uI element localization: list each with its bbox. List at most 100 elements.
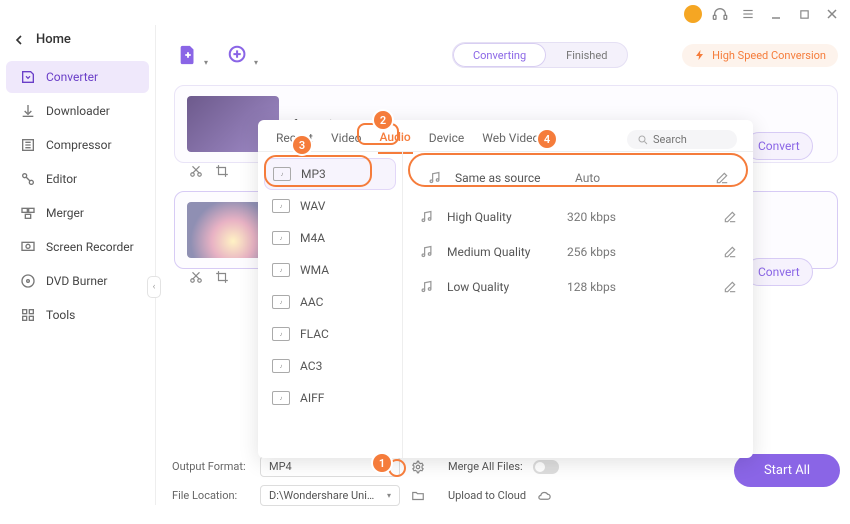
status-segmented: Converting Finished (452, 42, 628, 68)
audio-format-icon: ♪ (272, 231, 290, 245)
quality-value: 320 kbps (567, 210, 616, 224)
hsc-label: High Speed Conversion (712, 49, 826, 62)
format-item-aac[interactable]: ♪ AAC (258, 286, 402, 318)
headset-icon[interactable] (710, 4, 730, 24)
back-icon (14, 35, 24, 45)
quality-label: Medium Quality (447, 245, 567, 259)
crop-icon[interactable] (213, 268, 231, 286)
tab-converting[interactable]: Converting (453, 43, 546, 67)
sidebar-item-converter[interactable]: Converter (6, 61, 149, 93)
sidebar-item-dvd-burner[interactable]: DVD Burner (6, 265, 149, 297)
menu-icon[interactable] (738, 4, 758, 24)
nav-label: Tools (46, 308, 75, 322)
quality-item-high[interactable]: High Quality 320 kbps (403, 199, 753, 234)
format-item-wma[interactable]: ♪WMA (258, 254, 402, 286)
format-label: WAV (300, 199, 325, 213)
nav-label: Editor (46, 172, 77, 186)
tab-device[interactable]: Device (427, 127, 467, 153)
popup-body: ♪MP3 ♪WAV ♪M4A ♪WMA ♪AAC ♪FLAC ♪AC3 ♪AIF… (258, 152, 753, 458)
close-button[interactable] (822, 4, 842, 24)
quality-label: High Quality (447, 210, 567, 224)
file-location-select[interactable]: D:\Wondershare UniConverter 1 ▾ (260, 485, 400, 506)
convert-button[interactable]: Convert (745, 132, 813, 160)
search-input[interactable] (653, 133, 733, 146)
format-label: AAC (300, 295, 323, 309)
cut-icon[interactable] (187, 162, 205, 180)
convert-button[interactable]: Convert (745, 258, 813, 286)
chevron-down-icon: ▾ (204, 58, 208, 67)
format-item-flac[interactable]: ♪FLAC (258, 318, 402, 350)
tab-video[interactable]: Video (329, 127, 364, 153)
start-all-button[interactable]: Start All (734, 454, 840, 487)
quality-item-low[interactable]: Low Quality 128 kbps (403, 269, 753, 304)
format-list[interactable]: ♪MP3 ♪WAV ♪M4A ♪WMA ♪AAC ♪FLAC ♪AC3 ♪AIF… (258, 152, 403, 458)
crop-icon[interactable] (213, 162, 231, 180)
format-item-mp3[interactable]: ♪MP3 (264, 158, 396, 190)
sidebar: Home Converter Downloader Compressor Edi… (0, 25, 156, 505)
quality-value: 256 kbps (567, 245, 616, 259)
bolt-icon (694, 49, 706, 61)
minimize-button[interactable] (766, 4, 786, 24)
output-format-value: MP4 (269, 460, 292, 473)
edit-preset-icon[interactable] (715, 171, 729, 185)
cloud-icon[interactable] (536, 488, 552, 503)
editor-icon (20, 171, 36, 187)
format-popup: Recent Video Audio Device Web Video ♪MP3… (258, 120, 753, 458)
format-item-ac3[interactable]: ♪AC3 (258, 350, 402, 382)
cut-icon[interactable] (187, 268, 205, 286)
file-location-value: D:\Wondershare UniConverter 1 (269, 489, 379, 502)
format-item-aiff[interactable]: ♪AIFF (258, 382, 402, 414)
add-file-button[interactable]: ▾ (174, 41, 202, 69)
merge-toggle[interactable] (533, 460, 559, 474)
nav-label: Compressor (46, 138, 112, 152)
high-speed-conversion-button[interactable]: High Speed Conversion (682, 44, 838, 67)
card-actions (187, 162, 231, 180)
sidebar-item-tools[interactable]: Tools (6, 299, 149, 331)
dvd-icon (20, 273, 36, 289)
music-icon (419, 279, 437, 294)
quality-item-same-source[interactable]: Same as source Auto (411, 160, 745, 195)
nav-label: Merger (46, 206, 84, 220)
music-icon (419, 244, 437, 259)
audio-format-icon: ♪ (272, 295, 290, 309)
tab-audio[interactable]: Audio (378, 126, 413, 154)
add-url-button[interactable]: ▾ (224, 41, 252, 69)
maximize-button[interactable] (794, 4, 814, 24)
sidebar-item-screen-recorder[interactable]: Screen Recorder (6, 231, 149, 263)
step-marker-3: 3 (293, 136, 311, 154)
format-item-wav[interactable]: ♪ WAV (258, 190, 402, 222)
nav-label: Downloader (46, 104, 110, 118)
audio-format-icon: ♪ (272, 199, 290, 213)
nav-label: Converter (46, 70, 98, 84)
sidebar-item-compressor[interactable]: Compressor (6, 129, 149, 161)
tab-web-video[interactable]: Web Video (480, 127, 541, 153)
edit-preset-icon[interactable] (723, 245, 737, 259)
sidebar-item-merger[interactable]: Merger (6, 197, 149, 229)
compressor-icon (20, 137, 36, 153)
folder-icon[interactable] (410, 489, 426, 503)
quality-item-medium[interactable]: Medium Quality 256 kbps (403, 234, 753, 269)
tab-finished[interactable]: Finished (546, 43, 627, 67)
chevron-down-icon: ▾ (254, 58, 258, 67)
search-box[interactable] (627, 130, 737, 149)
format-item-m4a[interactable]: ♪M4A (258, 222, 402, 254)
gear-icon[interactable] (410, 460, 426, 474)
step-marker-1: 1 (373, 454, 391, 472)
home-button[interactable]: Home (0, 25, 155, 54)
merge-files-label: Merge All Files: (448, 460, 523, 473)
toolbar: ▾ ▾ Converting Finished High Speed Conve… (174, 35, 838, 75)
edit-preset-icon[interactable] (723, 280, 737, 294)
step-marker-4: 4 (538, 130, 556, 148)
format-label: AIFF (300, 391, 324, 405)
sidebar-item-downloader[interactable]: Downloader (6, 95, 149, 127)
user-avatar[interactable] (684, 5, 702, 23)
sidebar-item-editor[interactable]: Editor (6, 163, 149, 195)
edit-preset-icon[interactable] (723, 210, 737, 224)
quality-value: 128 kbps (567, 280, 616, 294)
audio-format-icon: ♪ (272, 263, 290, 277)
output-format-label: Output Format: (172, 460, 250, 473)
music-icon (419, 209, 437, 224)
window-titlebar (0, 0, 850, 28)
format-label: FLAC (300, 327, 329, 341)
audio-format-icon: ♪ (272, 359, 290, 373)
